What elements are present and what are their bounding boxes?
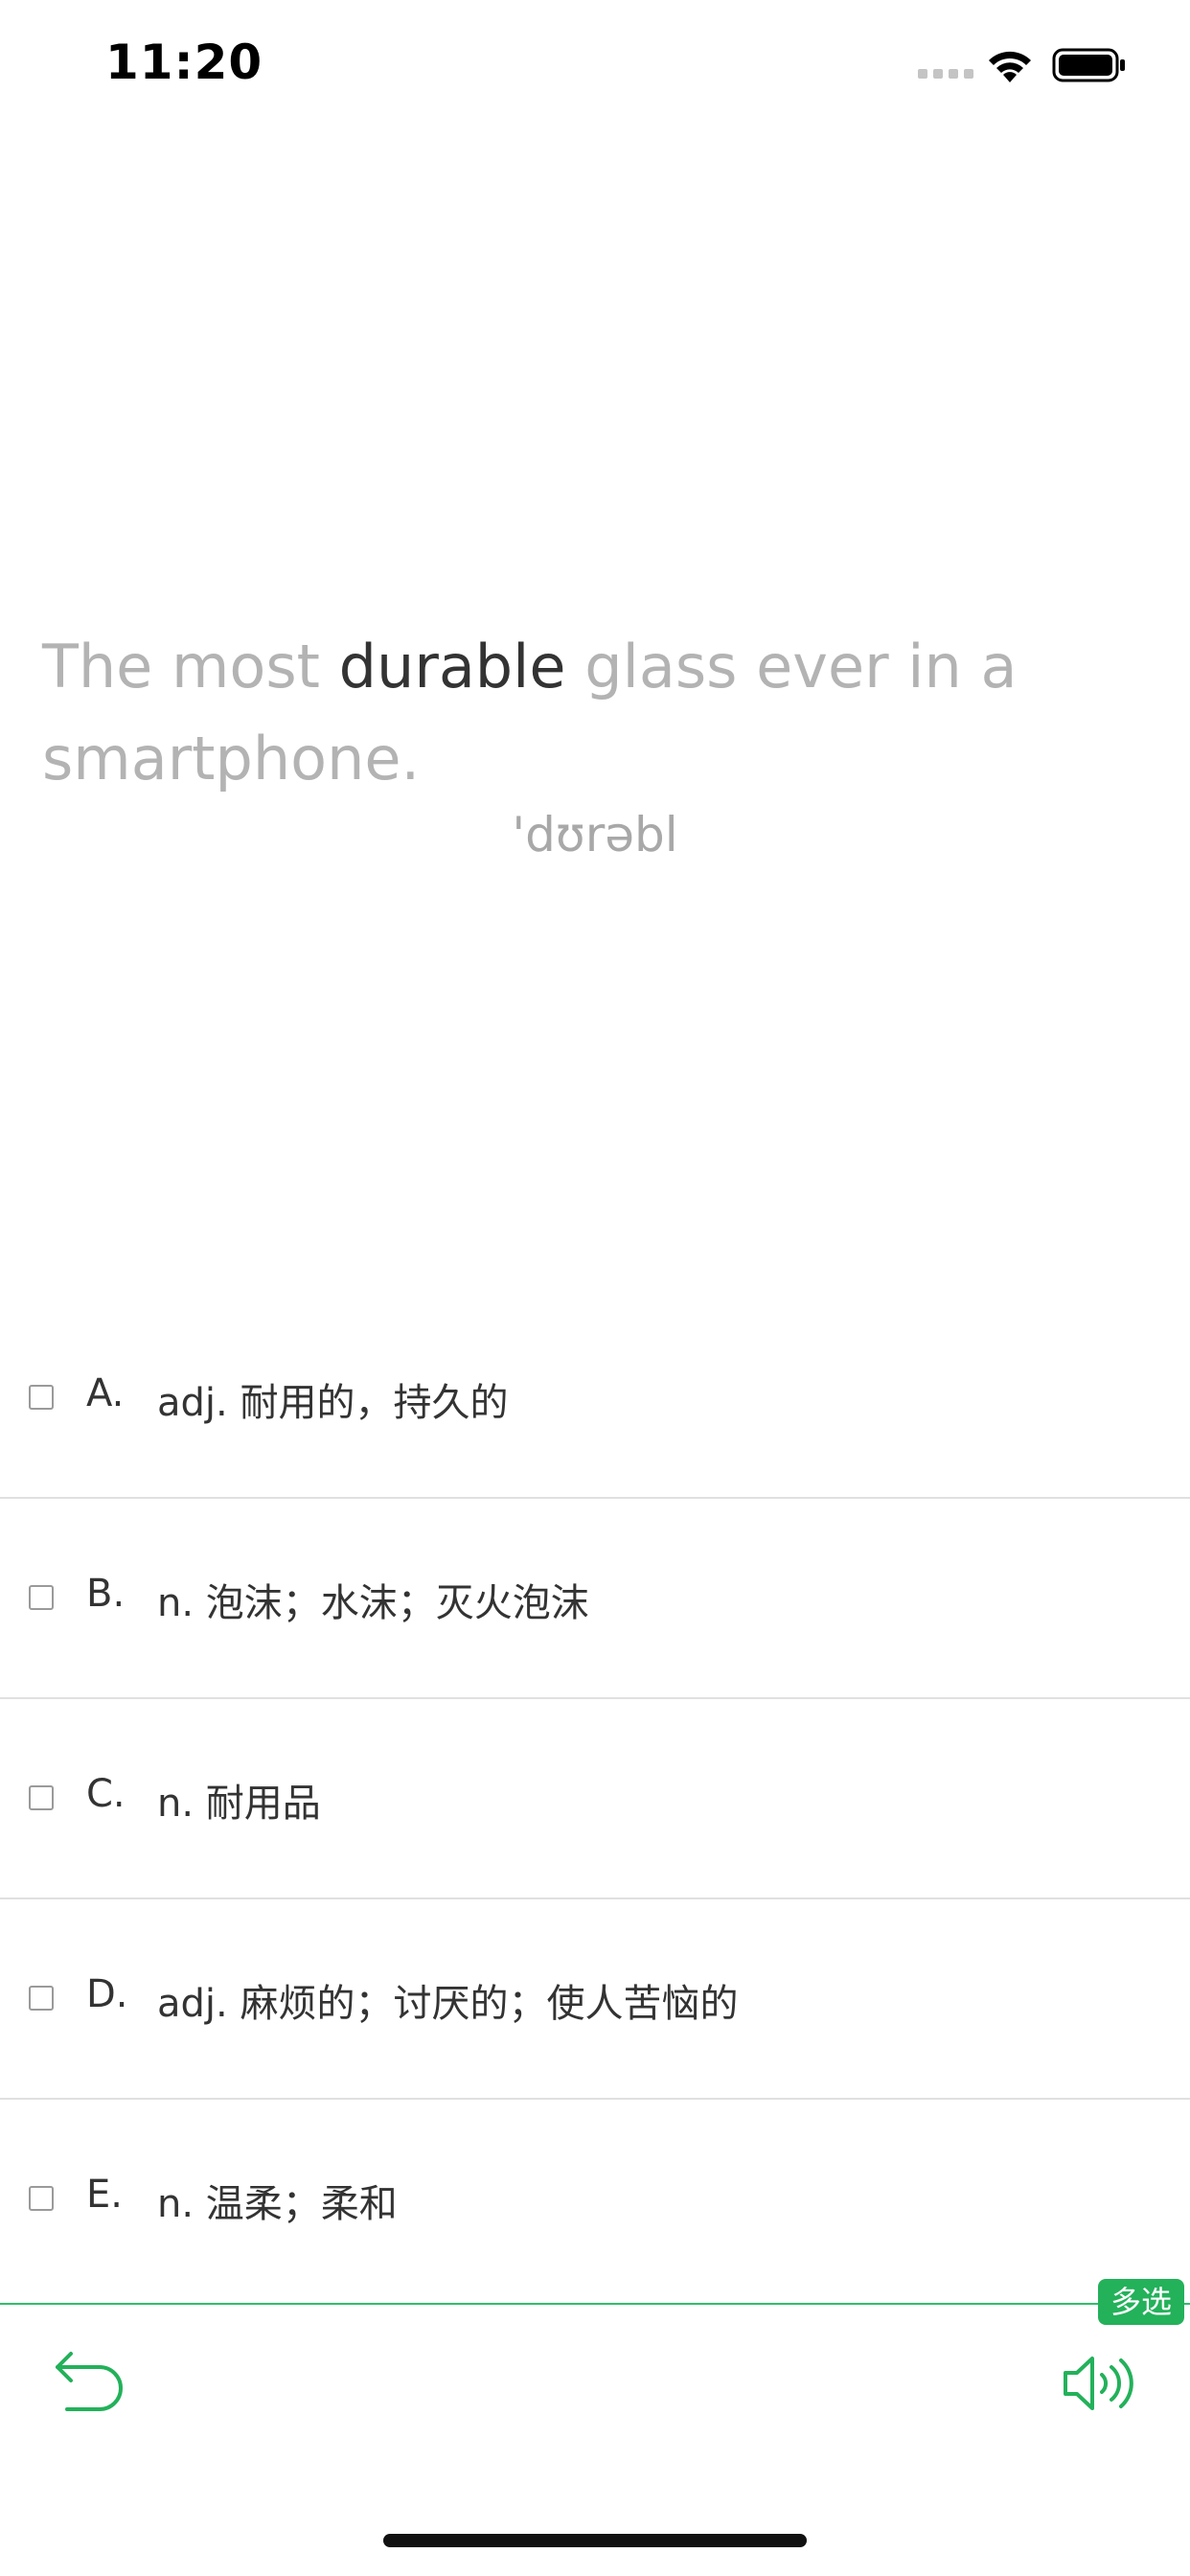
sentence-keyword: durable bbox=[338, 632, 566, 702]
cellular-signal-icon bbox=[918, 69, 973, 79]
option-letter: A. bbox=[86, 1371, 125, 1415]
option-text: n. 耐用品 bbox=[157, 1782, 321, 1826]
example-sentence: The most durable glass ever in a smartph… bbox=[42, 621, 1144, 805]
status-bar: 11:20 bbox=[0, 0, 1190, 126]
battery-icon bbox=[1052, 46, 1127, 88]
checkbox[interactable] bbox=[29, 2186, 54, 2211]
sentence-prefix: The most bbox=[42, 632, 339, 702]
phonetic-transcription: 'dʊrəbl bbox=[512, 807, 678, 862]
multi-select-badge: 多选 bbox=[1098, 2279, 1184, 2325]
option-letter: D. bbox=[86, 1972, 128, 2016]
speaker-icon[interactable] bbox=[1062, 2354, 1134, 2417]
status-time: 11:20 bbox=[105, 34, 263, 90]
home-indicator[interactable] bbox=[383, 2534, 807, 2547]
checkbox[interactable] bbox=[29, 1385, 54, 1410]
option-d[interactable]: D. adj. 麻烦的；讨厌的；使人苦恼的 bbox=[0, 1899, 1190, 2100]
option-text: n. 泡沫；水沫；灭火泡沫 bbox=[157, 1581, 589, 1625]
option-letter: E. bbox=[86, 2173, 123, 2217]
wifi-icon bbox=[985, 46, 1035, 88]
option-text: n. 温柔；柔和 bbox=[157, 2182, 398, 2226]
quiz-screen: 11:20 The most durable glass ever in a s… bbox=[0, 0, 1190, 2576]
toolbar-divider bbox=[0, 2303, 1190, 2305]
checkbox[interactable] bbox=[29, 1986, 54, 2011]
option-text: adj. 麻烦的；讨厌的；使人苦恼的 bbox=[157, 1982, 739, 2026]
option-text: adj. 耐用的，持久的 bbox=[157, 1381, 509, 1425]
option-letter: C. bbox=[86, 1772, 126, 1816]
option-e[interactable]: E. n. 温柔；柔和 bbox=[0, 2100, 1190, 2300]
option-letter: B. bbox=[86, 1572, 126, 1616]
checkbox[interactable] bbox=[29, 1585, 54, 1610]
undo-arrow-icon[interactable] bbox=[54, 2350, 126, 2421]
option-a[interactable]: A. adj. 耐用的，持久的 bbox=[0, 1299, 1190, 1499]
answer-options-list: A. adj. 耐用的，持久的 B. n. 泡沫；水沫；灭火泡沫 C. n. 耐… bbox=[0, 1299, 1190, 2300]
option-b[interactable]: B. n. 泡沫；水沫；灭火泡沫 bbox=[0, 1499, 1190, 1699]
checkbox[interactable] bbox=[29, 1785, 54, 1810]
option-c[interactable]: C. n. 耐用品 bbox=[0, 1699, 1190, 1899]
